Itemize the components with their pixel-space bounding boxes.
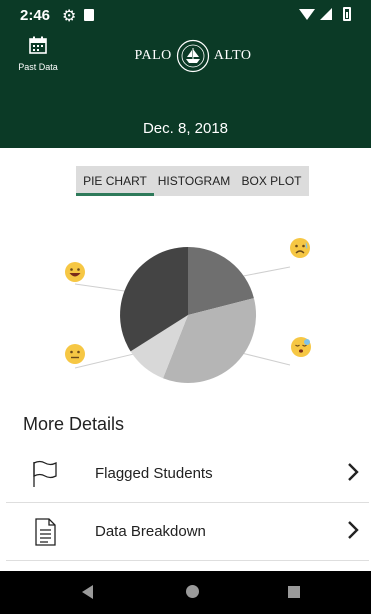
wifi-icon: [299, 9, 315, 20]
grinning-face-icon: [64, 261, 86, 283]
tab-pie-chart[interactable]: PIE CHART: [76, 166, 154, 196]
report-date: Dec. 8, 2018: [142, 120, 229, 137]
recent-apps-icon[interactable]: [288, 586, 300, 598]
data-breakdown-row[interactable]: Data Breakdown: [0, 503, 371, 559]
app-header: 2:46 ⚙ Past Data PALO ALTO Dec. 8, 2018: [0, 0, 371, 148]
flagged-students-label: Flagged Students: [95, 465, 213, 482]
status-time: 2:46: [20, 7, 51, 24]
chevron-right-icon: [346, 519, 360, 541]
data-breakdown-label: Data Breakdown: [95, 523, 206, 540]
past-data-label: Past Data: [18, 62, 58, 72]
battery-icon: [343, 7, 351, 21]
flag-icon: [30, 459, 60, 489]
logo-text-left: PALO: [134, 48, 172, 63]
tab-box-plot[interactable]: BOX PLOT: [234, 166, 309, 196]
android-nav-bar: [0, 571, 371, 614]
worried-face-icon: [289, 237, 311, 259]
mood-pie-chart: [0, 205, 371, 405]
chart-type-tabs: PIE CHART HISTOGRAM BOX PLOT: [76, 166, 309, 196]
document-icon: [30, 517, 60, 547]
calendar-icon: [29, 36, 47, 54]
sleepy-face-icon: [290, 336, 312, 358]
chevron-right-icon: [346, 461, 360, 483]
sd-card-icon: [84, 9, 94, 21]
logo-text-right: ALTO: [213, 48, 252, 63]
status-bar: 2:46 ⚙: [0, 0, 371, 32]
status-icons: [299, 7, 359, 23]
back-icon[interactable]: [82, 585, 93, 599]
pie-slices: [120, 247, 257, 383]
past-data-button[interactable]: Past Data: [12, 36, 64, 72]
flagged-students-row[interactable]: Flagged Students: [0, 445, 371, 501]
signal-icon: [320, 8, 332, 20]
school-seal-icon: [176, 39, 209, 73]
row-divider: [6, 560, 369, 561]
neutral-face-icon: [64, 343, 86, 365]
settings-gear-icon: ⚙: [62, 8, 77, 25]
palo-alto-logo: PALO ALTO: [133, 36, 253, 76]
more-details-title: More Details: [23, 414, 125, 434]
home-icon[interactable]: [186, 585, 199, 598]
tab-histogram[interactable]: HISTOGRAM: [154, 166, 234, 196]
